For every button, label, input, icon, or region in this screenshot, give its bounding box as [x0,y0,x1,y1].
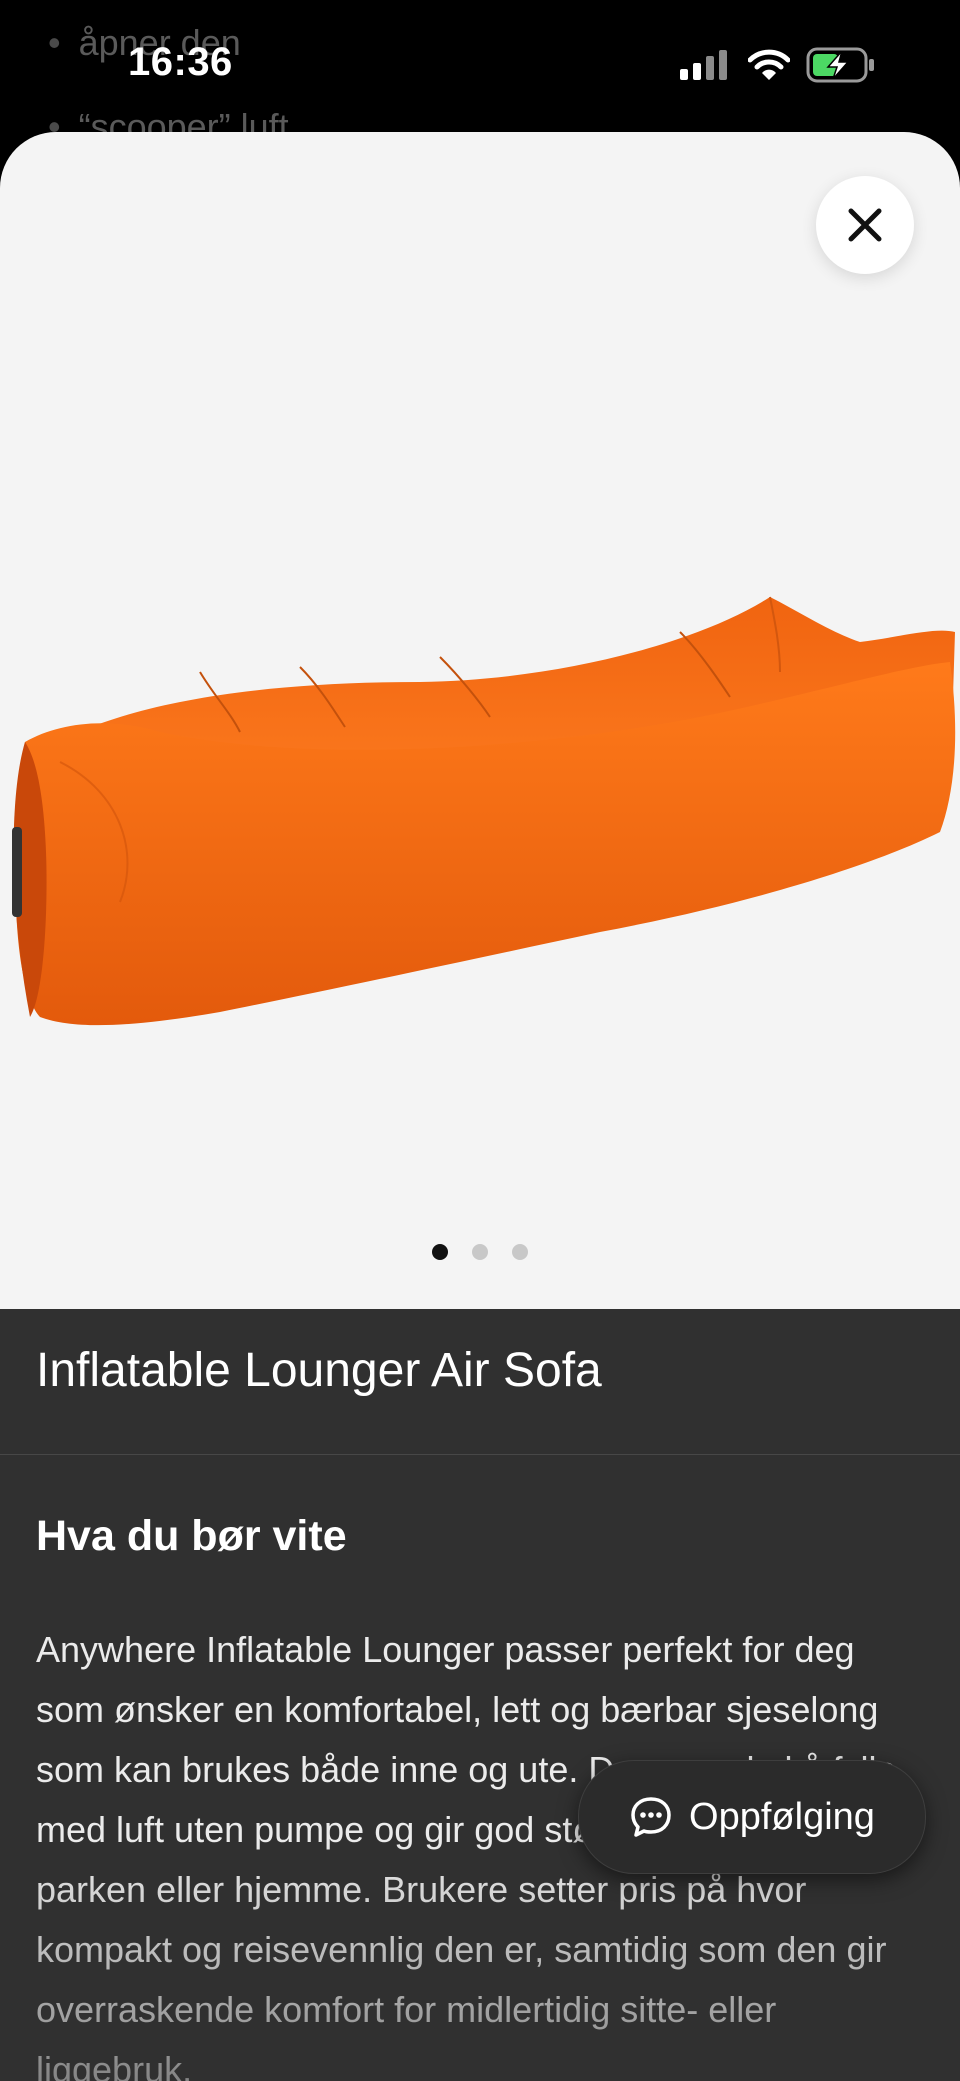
chat-bubble-icon [631,1797,671,1837]
product-image [12,596,956,1026]
scroll-fade [0,1842,960,2081]
close-button[interactable] [816,176,914,274]
carousel-dot[interactable] [512,1244,528,1260]
section-heading: Hva du bør vite [36,1512,347,1560]
follow-up-button[interactable]: Oppfølging [578,1760,926,1874]
battery-charging-icon [806,47,874,83]
status-time: 16:36 [128,40,233,84]
carousel-dot-active[interactable] [432,1244,448,1260]
status-bar: 16:36 [0,0,960,130]
product-image-carousel[interactable] [0,132,960,1309]
product-title-row: Inflatable Lounger Air Sofa [0,1309,960,1455]
signal-icon [680,50,727,80]
carousel-dot[interactable] [472,1244,488,1260]
wifi-icon [748,49,790,80]
product-title: Inflatable Lounger Air Sofa [36,1344,602,1397]
carousel-indicator [0,1244,960,1260]
follow-up-label: Oppfølging [689,1795,875,1838]
close-icon [848,208,882,242]
